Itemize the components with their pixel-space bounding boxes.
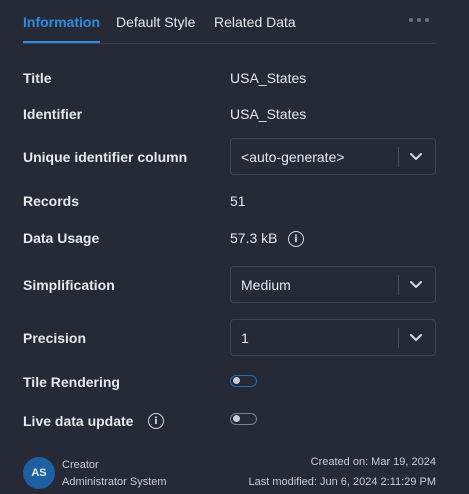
identifier-value: USA_States <box>230 106 307 122</box>
simplification-label: Simplification <box>23 277 115 293</box>
simplification-select[interactable]: Medium <box>230 266 436 303</box>
info-icon[interactable]: i <box>288 231 304 247</box>
info-icon[interactable]: i <box>148 413 164 429</box>
precision-label: Precision <box>23 330 87 346</box>
tab-related-data[interactable]: Related Data <box>214 14 296 30</box>
chevron-down-icon <box>410 153 422 160</box>
more-horizontal-icon[interactable] <box>409 10 429 30</box>
toggle-knob <box>233 377 240 384</box>
simplification-value: Medium <box>241 277 291 293</box>
select-divider <box>398 275 399 295</box>
live-data-update-label: Live data update <box>23 413 134 429</box>
unique-id-column-select[interactable]: <auto-generate> <box>230 138 436 175</box>
title-label: Title <box>23 70 52 86</box>
active-tab-indicator <box>23 41 100 43</box>
chevron-down-icon <box>410 334 422 341</box>
unique-id-column-label: Unique identifier column <box>23 149 188 165</box>
select-divider <box>398 147 399 167</box>
unique-id-column-value: <auto-generate> <box>241 149 345 165</box>
creator-name: Administrator System <box>62 476 167 488</box>
title-value: USA_States <box>230 70 307 86</box>
tile-rendering-toggle[interactable] <box>230 375 257 387</box>
records-value: 51 <box>230 193 246 209</box>
precision-value: 1 <box>241 330 249 346</box>
created-on: Created on: Mar 19, 2024 <box>310 456 436 468</box>
records-label: Records <box>23 193 80 209</box>
tab-default-style[interactable]: Default Style <box>116 14 195 30</box>
creator-label: Creator <box>62 459 99 471</box>
avatar: AS <box>23 457 55 489</box>
identifier-label: Identifier <box>23 106 83 122</box>
tab-information[interactable]: Information <box>23 14 100 30</box>
precision-select[interactable]: 1 <box>230 319 436 356</box>
tile-rendering-label: Tile Rendering <box>23 374 120 390</box>
last-modified: Last modified: Jun 6, 2024 2:11:29 PM <box>248 476 436 488</box>
toggle-knob <box>233 415 240 422</box>
tab-bar: Information Default Style Related Data <box>23 0 436 44</box>
data-usage-value: 57.3 kB <box>230 230 278 246</box>
chevron-down-icon <box>410 281 422 288</box>
select-divider <box>398 328 399 348</box>
live-data-update-toggle[interactable] <box>230 413 257 425</box>
data-usage-label: Data Usage <box>23 230 100 246</box>
